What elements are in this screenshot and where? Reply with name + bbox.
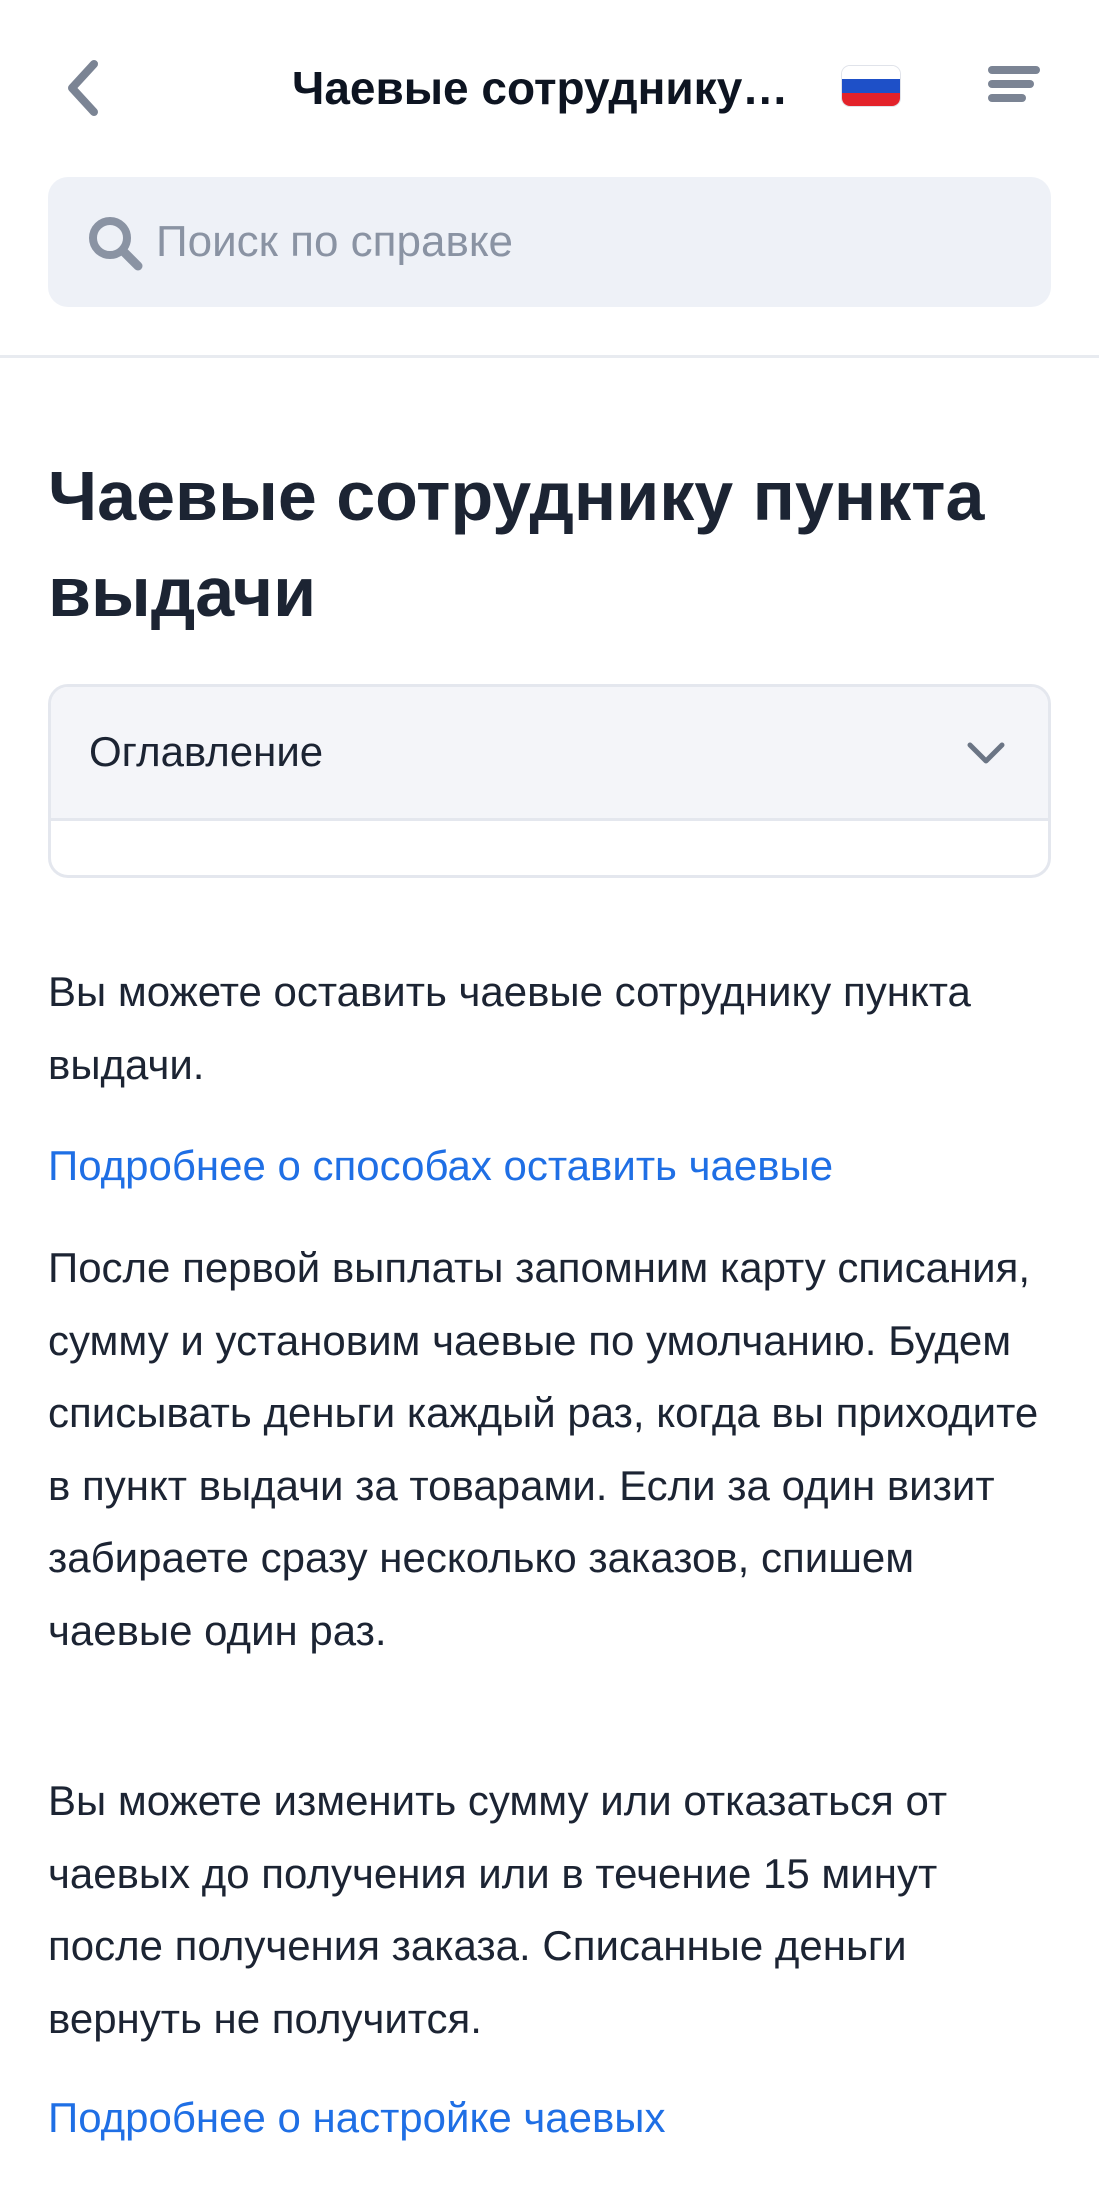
search-bar	[48, 177, 1051, 307]
toc-label: Оглавление	[89, 728, 324, 775]
header-title: Чаевые сотруднику пункта выдачи	[292, 62, 798, 114]
article-paragraph: После первой выплаты запомним карту спис…	[48, 1244, 1039, 1654]
search-icon	[89, 217, 143, 271]
header-divider	[0, 355, 1099, 358]
article-paragraph: Вы можете оставить чаевые сотруднику пун…	[48, 968, 971, 1088]
table-of-contents: Оглавление	[48, 684, 1051, 878]
language-switcher[interactable]	[842, 66, 900, 106]
menu-button[interactable]	[988, 62, 1040, 106]
chevron-down-icon	[967, 742, 1005, 764]
tips-methods-link[interactable]: Подробнее о способах оставить чаевые	[48, 1136, 833, 1196]
chevron-left-icon	[68, 60, 98, 116]
search-input[interactable]	[156, 207, 1016, 277]
toc-toggle[interactable]: Оглавление	[51, 687, 1048, 821]
russia-flag-icon	[842, 66, 900, 80]
page-title: Чаевые сотруднику пункта выдачи	[48, 457, 985, 631]
top-bar: Чаевые сотруднику пункта выдачи	[0, 0, 1099, 175]
tips-settings-link[interactable]: Подробнее о настройке чаевых	[48, 2088, 665, 2148]
article-paragraph: Вы можете изменить сумму или отказаться …	[48, 1777, 948, 2042]
back-button[interactable]	[52, 50, 112, 126]
